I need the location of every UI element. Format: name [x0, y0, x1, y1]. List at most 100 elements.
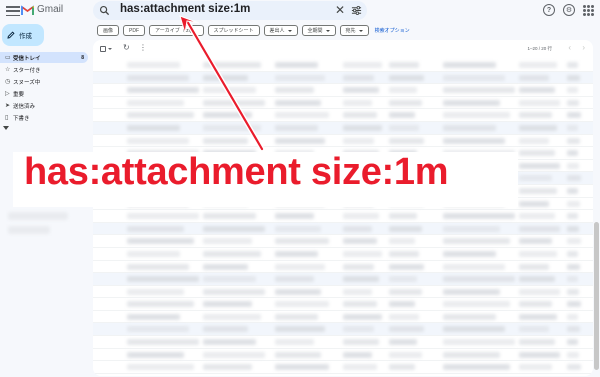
blurred-cell	[567, 225, 579, 232]
blurred-cell	[275, 301, 329, 308]
sidebar-item-important[interactable]: ▷ 重要	[0, 88, 92, 99]
chip-pdf[interactable]: PDF	[123, 25, 146, 36]
blurred-cell	[567, 288, 579, 295]
table-row[interactable]	[93, 298, 593, 311]
blurred-cell	[203, 288, 265, 295]
blurred-cell	[389, 137, 424, 144]
blurred-cell	[519, 288, 560, 295]
table-row[interactable]	[93, 261, 593, 274]
star-icon: ☆	[5, 67, 11, 73]
sidebar-item-label: 送信済み	[13, 103, 36, 110]
blurred-cell	[519, 301, 552, 308]
chevron-down-icon	[325, 29, 330, 32]
blurred-cell	[389, 313, 419, 320]
blurred-cell	[443, 87, 515, 94]
chip-to[interactable]: 宛先	[339, 25, 369, 36]
blurred-cell	[519, 250, 557, 257]
blurred-cell	[567, 112, 581, 119]
search-options-icon[interactable]	[351, 5, 362, 16]
settings-icon[interactable]: ⚙	[563, 4, 575, 16]
table-row[interactable]	[93, 71, 593, 85]
blurred-cell	[127, 112, 194, 119]
table-row[interactable]	[93, 109, 593, 122]
more-labels-icon[interactable]	[3, 126, 9, 130]
sidebar-item-starred[interactable]: ☆ スター付き	[0, 64, 92, 75]
table-row[interactable]	[93, 135, 593, 148]
sidebar-item-label: スヌーズ中	[13, 79, 41, 86]
blurred-cell	[389, 351, 422, 358]
chip-archive[interactable]: アーカイブ（.zip）	[149, 25, 204, 36]
chip-spreadsheet[interactable]: スプレッドシート	[207, 25, 260, 36]
blurred-cell	[567, 99, 579, 106]
blurred-cell	[203, 99, 265, 106]
blurred-cell	[203, 87, 256, 94]
blurred-cell	[519, 213, 555, 220]
sidebar-item-inbox[interactable]: ▭ 受信トレイ 8	[0, 52, 88, 63]
blurred-cell	[389, 276, 417, 283]
select-all-checkbox[interactable]	[100, 46, 106, 52]
previous-page-icon[interactable]: ‹	[568, 43, 571, 52]
table-row[interactable]	[93, 323, 593, 337]
blurred-cell	[343, 351, 372, 358]
search-icon[interactable]	[99, 5, 110, 16]
table-row[interactable]	[93, 59, 593, 72]
blurred-cell	[343, 87, 379, 94]
clear-search-icon[interactable]: ✕	[335, 3, 345, 17]
table-row[interactable]	[93, 222, 593, 236]
table-row[interactable]	[93, 361, 593, 374]
blurred-cell	[519, 276, 555, 283]
refresh-icon[interactable]: ↻	[123, 43, 130, 52]
blurred-cell	[443, 213, 515, 220]
scrollbar[interactable]	[594, 222, 599, 370]
table-row[interactable]	[93, 286, 593, 299]
blurred-cell	[443, 225, 500, 232]
sidebar-item-snoozed[interactable]: ◷ スヌーズ中	[0, 76, 92, 87]
search-input[interactable]: has:attachment size:1m	[120, 3, 250, 15]
sidebar-item-label: 受信トレイ	[13, 55, 41, 62]
blurred-cell	[567, 175, 581, 182]
blurred-cell	[343, 364, 377, 371]
table-row[interactable]	[93, 84, 593, 97]
blurred-cell	[275, 263, 325, 270]
blurred-cell	[567, 351, 579, 358]
blurred-cell	[567, 87, 578, 94]
table-row[interactable]	[93, 336, 593, 349]
help-icon[interactable]: ?	[543, 4, 555, 16]
table-row[interactable]	[93, 248, 593, 261]
blurred-cell	[519, 112, 552, 119]
blurred-cell	[567, 124, 578, 131]
blurred-cell	[443, 124, 496, 131]
chip-any-time[interactable]: 全期間	[301, 25, 336, 36]
table-row[interactable]	[93, 235, 593, 248]
blurred-cell	[127, 74, 189, 81]
blurred-cell	[275, 276, 314, 283]
sidebar-item-sent[interactable]: ➤ 送信済み	[0, 100, 92, 111]
mail-list	[93, 59, 593, 374]
blurred-cell	[519, 187, 557, 194]
blurred-label	[8, 226, 50, 234]
table-row[interactable]	[93, 210, 593, 223]
blurred-cell	[567, 187, 578, 194]
more-options-icon[interactable]: ⋮	[139, 43, 147, 52]
blurred-cell	[389, 326, 424, 333]
table-row[interactable]	[93, 121, 593, 135]
table-row[interactable]	[93, 349, 593, 362]
next-page-icon[interactable]: ›	[582, 43, 585, 52]
blurred-cell	[567, 150, 578, 157]
gmail-logo[interactable]: Gmail	[21, 4, 63, 15]
app-title: Gmail	[37, 4, 64, 15]
chip-images[interactable]: 画像	[97, 25, 120, 36]
main-menu-icon[interactable]	[6, 6, 20, 16]
blurred-cell	[275, 124, 318, 131]
table-row[interactable]	[93, 97, 593, 110]
table-row[interactable]	[93, 273, 593, 286]
select-menu-icon[interactable]	[108, 48, 112, 50]
chip-from[interactable]: 差出人	[263, 25, 298, 36]
list-toolbar: ↻ ⋮ 1–20 / 20 行 ‹ ›	[93, 40, 593, 58]
compose-button[interactable]: 作成	[2, 24, 44, 46]
advanced-search-link[interactable]: 検索オプション	[375, 27, 410, 34]
search-bar[interactable]: has:attachment size:1m ✕	[93, 1, 367, 20]
apps-icon[interactable]	[583, 4, 594, 16]
sidebar-item-drafts[interactable]: ▯ 下書き	[0, 112, 92, 123]
table-row[interactable]	[93, 311, 593, 324]
